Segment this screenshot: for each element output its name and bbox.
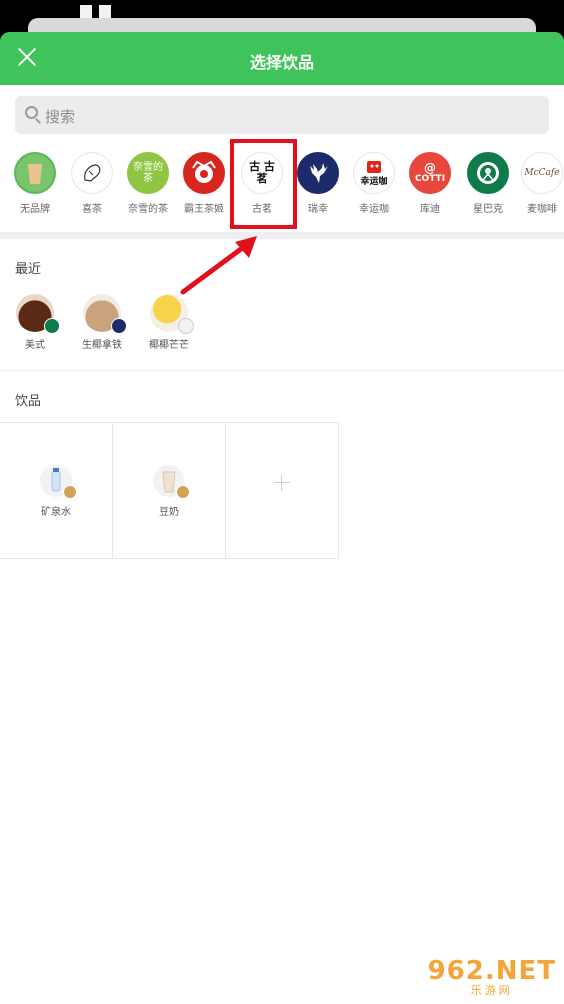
brand-item-luckin[interactable]: 瑞幸: [288, 152, 348, 215]
brand-item-naixue[interactable]: 奈雪的茶 奈雪的茶: [118, 152, 178, 215]
section-divider: [0, 370, 564, 371]
soymilk-cup-icon: [153, 465, 190, 499]
add-drink-button[interactable]: [226, 422, 339, 559]
header: 选择饮品: [0, 32, 564, 85]
cotti-logo-text: COTTI: [414, 174, 446, 184]
xingyunka-logo-text: 幸运咖: [360, 176, 388, 187]
brand-item-none[interactable]: 无品牌: [5, 152, 65, 215]
brand-label: 麦咖啡: [527, 204, 557, 215]
page-title: 选择饮品: [249, 53, 314, 72]
brand-item-bawang[interactable]: 霸王茶姬: [174, 152, 234, 215]
cotti-logo-icon: @ COTTI: [409, 152, 451, 194]
watermark: 962.NET 乐游网: [428, 956, 556, 998]
americano-image: [16, 294, 60, 334]
brand-label: 瑞幸: [308, 204, 328, 215]
at-icon: @: [424, 161, 436, 175]
recent-section-title: 最近: [15, 262, 42, 277]
deer-icon: [297, 152, 339, 194]
cup-badge-icon: [176, 485, 190, 499]
brand-label: 喜茶: [82, 204, 102, 215]
brand-label: 霸王茶姬: [184, 204, 224, 215]
naixue-logo-text: 奈雪的茶: [133, 162, 163, 184]
brand-item-mccafe[interactable]: McCafe 麦咖啡: [512, 152, 564, 215]
section-divider: [0, 232, 564, 239]
siren-icon: [467, 152, 509, 194]
drink-item-soymilk[interactable]: 豆奶: [113, 422, 226, 559]
drinks-grid: 矿泉水 豆奶: [0, 422, 339, 559]
mccafe-logo-icon: McCafe: [521, 152, 563, 194]
brand-label: 奈雪的茶: [128, 204, 168, 215]
plus-icon: [274, 475, 290, 491]
brand-label: 星巴克: [473, 204, 503, 215]
heytea-logo-icon: [71, 152, 113, 194]
drink-item-water[interactable]: 矿泉水: [0, 422, 113, 559]
drink-label: 豆奶: [159, 507, 179, 518]
brand-item-xingyunka[interactable]: 幸运咖 幸运咖: [344, 152, 404, 215]
arrow-icon: [180, 236, 257, 295]
recent-list: 美式 生椰拿铁 椰椰芒芒: [0, 294, 564, 364]
brand-item-starbucks[interactable]: 星巴克: [458, 152, 518, 215]
recent-item[interactable]: 生椰拿铁: [67, 294, 137, 351]
drink-label: 矿泉水: [41, 507, 71, 518]
recent-item-label: 美式: [25, 340, 45, 351]
cup-badge-icon: [63, 485, 77, 499]
coconut-latte-image: [83, 294, 127, 334]
mccafe-logo-text: McCafe: [524, 168, 560, 178]
brand-label: 无品牌: [20, 204, 50, 215]
xingyunka-logo-icon: 幸运咖: [353, 152, 395, 194]
cup-icon: [14, 152, 56, 194]
brand-label: 库迪: [420, 204, 440, 215]
naixue-logo-icon: 奈雪的茶: [127, 152, 169, 194]
search-input[interactable]: 搜索: [15, 96, 549, 134]
highlight-box: [230, 139, 297, 229]
brand-item-heytea[interactable]: 喜茶: [62, 152, 122, 215]
bawang-logo-icon: [183, 152, 225, 194]
search-placeholder: 搜索: [45, 108, 76, 126]
drinks-section-title: 饮品: [15, 394, 42, 409]
brand-item-cotti[interactable]: @ COTTI 库迪: [400, 152, 460, 215]
recent-item-label: 生椰拿铁: [82, 340, 122, 351]
luckin-badge-icon: [111, 318, 127, 334]
brand-label: 幸运咖: [359, 204, 389, 215]
search-icon: [25, 106, 38, 119]
recent-item[interactable]: 美式: [0, 294, 70, 351]
starbucks-badge-icon: [44, 318, 60, 334]
water-bottle-icon: [40, 465, 77, 499]
